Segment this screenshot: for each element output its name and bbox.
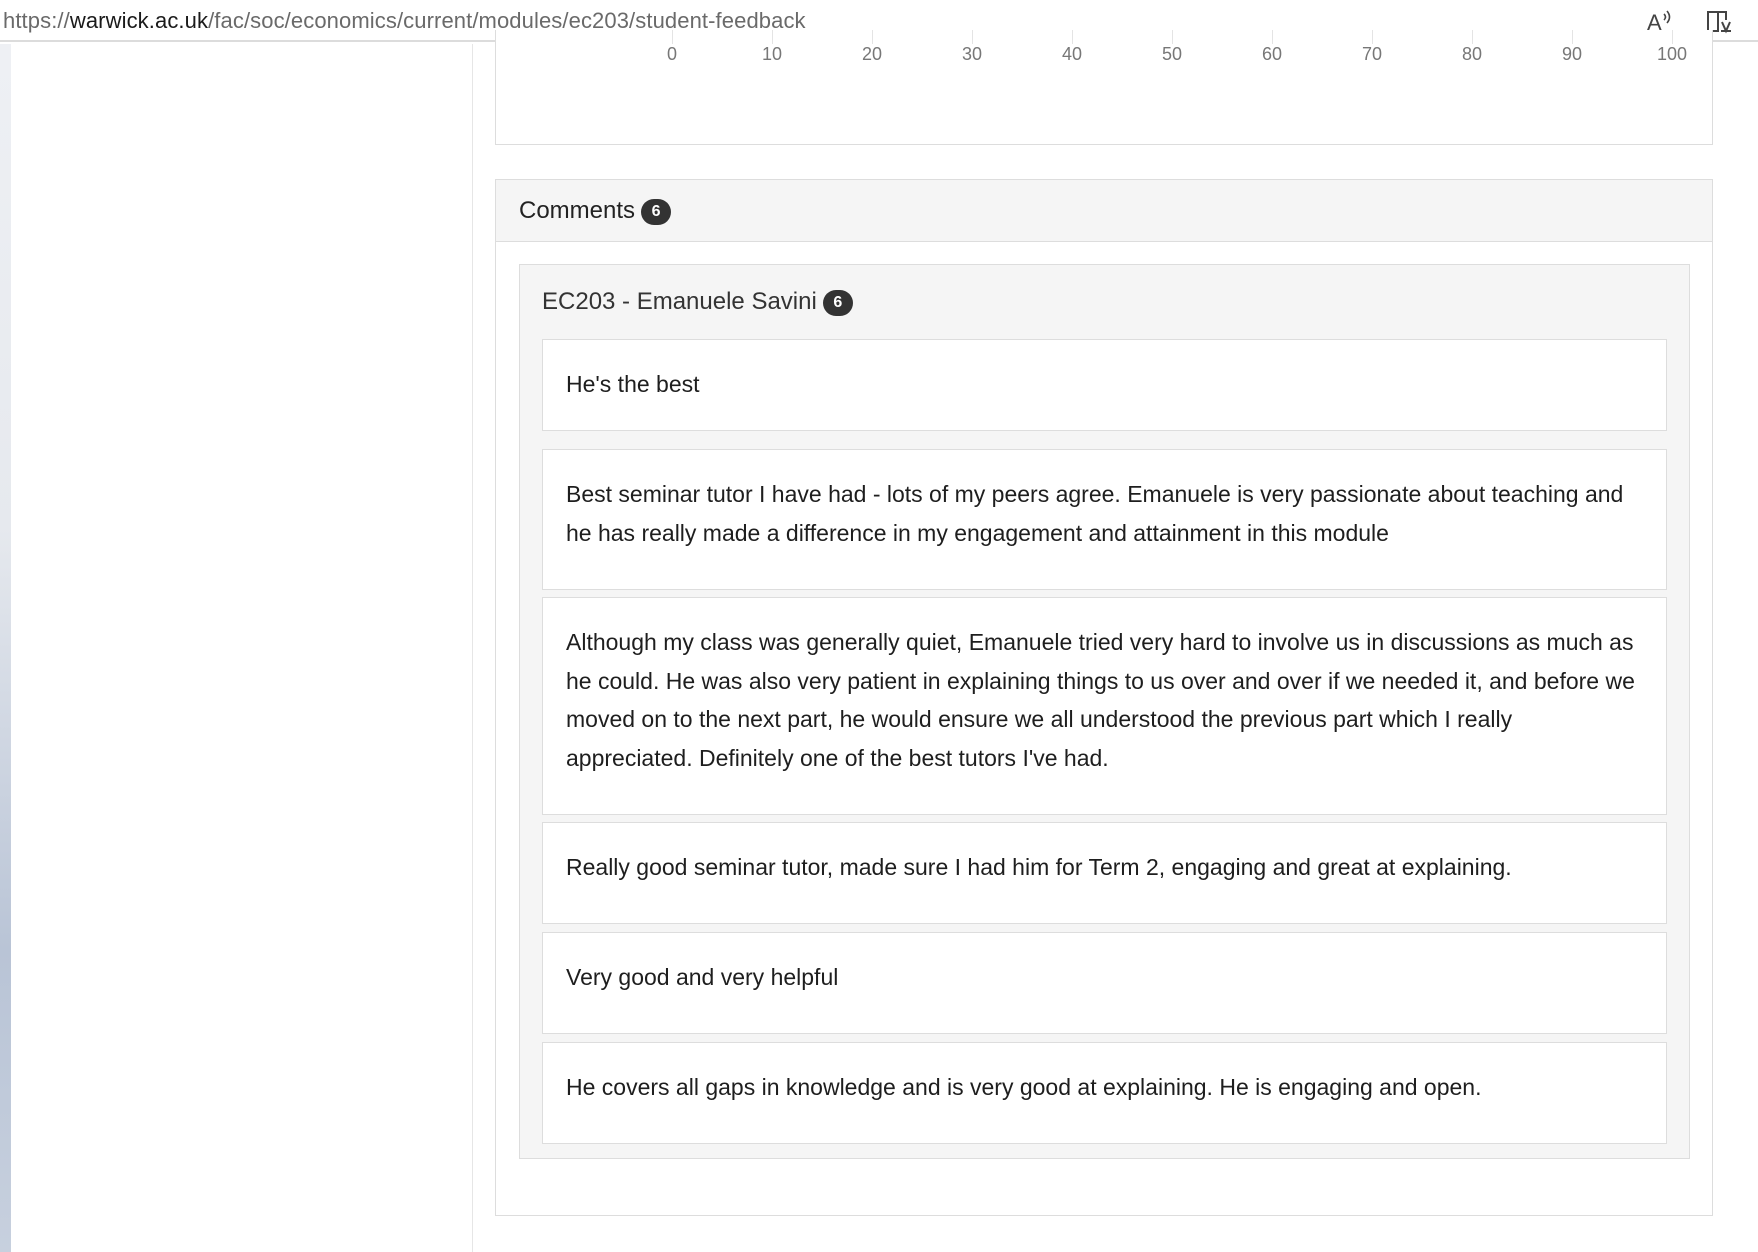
comment-item: He's the best (542, 339, 1667, 431)
x-tick-mark (1672, 30, 1673, 44)
x-tick-label: 50 (1161, 44, 1183, 64)
comment-item: Although my class was generally quiet, E… (542, 597, 1667, 815)
x-tick-mark (1572, 30, 1573, 44)
x-tick-mark (1072, 30, 1073, 44)
x-tick-mark (772, 30, 773, 44)
tutor-group-title: EC203 - Emanuele Savini (542, 288, 817, 315)
x-tick-mark (1172, 30, 1173, 44)
left-sidebar-edge (0, 44, 11, 1252)
content-divider (472, 44, 473, 1252)
x-tick-label: 0 (666, 44, 677, 64)
comments-count-badge: 6 (641, 198, 672, 225)
comments-header: Comments 6 (496, 180, 1712, 242)
tutor-group-count-badge: 6 (822, 290, 853, 316)
chart-panel: 0 10 20 30 40 50 60 70 80 90 100 (495, 30, 1713, 145)
url-prefix: https:// (3, 8, 70, 33)
tutor-group-header: EC203 - Emanuele Savini 6 (520, 265, 1689, 339)
x-tick-mark (972, 30, 973, 44)
tutor-comments-group: EC203 - Emanuele Savini 6 He's the best … (519, 264, 1690, 1159)
x-tick-label: 30 (961, 44, 983, 64)
comments-panel: Comments 6 EC203 - Emanuele Savini 6 He'… (495, 179, 1713, 1216)
x-tick-mark (672, 30, 673, 44)
x-tick-label: 80 (1461, 44, 1483, 64)
comment-item: Best seminar tutor I have had - lots of … (542, 449, 1667, 590)
comment-item: Very good and very helpful (542, 932, 1667, 1034)
x-tick-mark (1272, 30, 1273, 44)
x-tick-label: 60 (1261, 44, 1283, 64)
x-tick-label: 90 (1561, 44, 1583, 64)
x-tick-label: 70 (1361, 44, 1383, 64)
x-tick-label: 20 (861, 44, 883, 64)
comments-title: Comments (519, 196, 636, 224)
x-tick-label: 100 (1656, 44, 1688, 64)
url-domain: warwick.ac.uk (69, 8, 209, 33)
x-tick-mark (1472, 30, 1473, 44)
comment-item: Really good seminar tutor, made sure I h… (542, 822, 1667, 924)
x-tick-mark (872, 30, 873, 44)
x-tick-mark (1372, 30, 1373, 44)
x-tick-label: 40 (1061, 44, 1083, 64)
comment-item: He covers all gaps in knowledge and is v… (542, 1042, 1667, 1144)
x-tick-label: 10 (761, 44, 783, 64)
